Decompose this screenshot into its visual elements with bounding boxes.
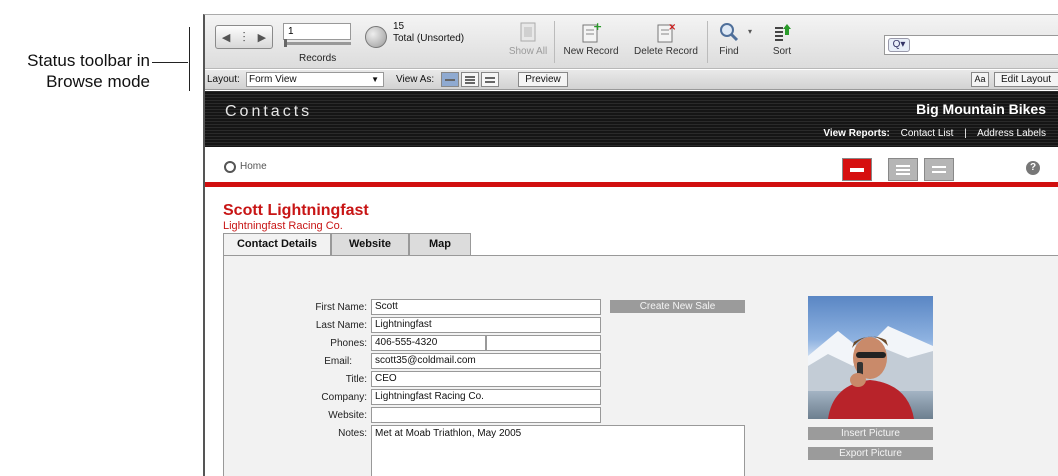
website-label: Website: xyxy=(328,410,367,421)
new-record-icon: + xyxy=(580,20,602,43)
view-as-label: View As: xyxy=(396,74,435,85)
find-button[interactable]: Find xyxy=(711,21,747,57)
toolbar-separator xyxy=(707,21,708,63)
report-contact-list-link[interactable]: Contact List xyxy=(901,128,954,139)
layout-select[interactable]: Form View ▼ xyxy=(246,72,384,87)
layout-label: Layout: xyxy=(207,74,240,85)
delete-record-label: Delete Record xyxy=(634,46,698,57)
app-title: Contacts xyxy=(225,103,313,120)
record-company: Lightningfast Racing Co. xyxy=(223,220,343,232)
callout-line-1: Status toolbar in xyxy=(27,51,150,70)
status-toolbar: ◀ ⫶ ▶ 1 Records 15 Total (Unsorted) Show… xyxy=(205,15,1058,69)
navigation-bar: Home ? xyxy=(205,147,1058,187)
callout-line-2: Browse mode xyxy=(46,72,150,91)
layout-bar: Layout: Form View ▼ View As: Preview Aa … xyxy=(205,70,1058,90)
new-record-label: New Record xyxy=(563,46,619,57)
edit-layout-button[interactable]: Edit Layout xyxy=(994,72,1058,87)
table-view-button[interactable] xyxy=(924,158,954,181)
company-name: Big Mountain Bikes xyxy=(916,101,1046,117)
phone-1-field[interactable]: 406-555-4320 xyxy=(371,335,486,351)
new-record-button[interactable]: + New Record xyxy=(557,20,625,57)
show-all-button[interactable]: Show All xyxy=(505,21,551,57)
callout-bracket xyxy=(189,27,190,91)
contact-details-panel: First Name: Scott Last Name: Lightningfa… xyxy=(223,255,1058,476)
next-record-icon[interactable]: ▶ xyxy=(258,31,266,44)
home-link[interactable]: Home xyxy=(240,161,267,172)
view-as-list-button[interactable] xyxy=(461,72,479,87)
found-set-pie-icon xyxy=(365,26,387,48)
filemaker-window: ◀ ⫶ ▶ 1 Records 15 Total (Unsorted) Show… xyxy=(203,14,1058,476)
book-icon: ⫶ xyxy=(242,28,246,45)
total-unsorted-label: Total (Unsorted) xyxy=(393,33,465,44)
last-name-label: Last Name: xyxy=(315,320,367,331)
find-dropdown-icon[interactable]: ▾ xyxy=(748,27,752,36)
search-icon[interactable]: Q▾ xyxy=(888,38,910,52)
callout-leader-line xyxy=(152,62,188,63)
record-slider-thumb[interactable] xyxy=(284,39,287,47)
first-name-label: First Name: xyxy=(315,302,367,313)
delete-record-button[interactable]: × Delete Record xyxy=(627,21,705,57)
help-icon[interactable]: ? xyxy=(1026,161,1040,175)
sort-label: Sort xyxy=(772,46,792,57)
email-label: Email: xyxy=(324,356,352,367)
view-as-form-button[interactable] xyxy=(441,72,459,87)
formatting-bar-toggle[interactable]: Aa xyxy=(971,72,989,87)
export-picture-button[interactable]: Export Picture xyxy=(808,447,933,460)
first-name-field[interactable]: Scott xyxy=(371,299,601,315)
svg-text:×: × xyxy=(668,22,676,33)
last-name-field[interactable]: Lightningfast xyxy=(371,317,601,333)
tab-map[interactable]: Map xyxy=(409,233,471,255)
show-all-icon xyxy=(517,21,539,43)
report-address-labels-link[interactable]: Address Labels xyxy=(977,128,1046,139)
contact-photo xyxy=(808,296,933,419)
app-header: Contacts Big Mountain Bikes View Reports… xyxy=(205,91,1058,147)
notes-field[interactable]: Met at Moab Triathlon, May 2005 xyxy=(371,425,745,476)
phones-label: Phones: xyxy=(330,338,367,349)
company-label: Company: xyxy=(321,392,367,403)
sort-button[interactable]: Sort xyxy=(762,21,802,57)
record-number-input[interactable]: 1 xyxy=(283,23,351,40)
total-record-count: 15 xyxy=(393,21,405,32)
quick-find-search-input[interactable]: Q▾ xyxy=(884,35,1058,55)
record-slider[interactable] xyxy=(285,42,351,45)
records-label: Records xyxy=(299,53,337,64)
view-as-table-button[interactable] xyxy=(481,72,499,87)
website-field[interactable] xyxy=(371,407,601,423)
title-label: Title: xyxy=(345,374,367,385)
company-field[interactable]: Lightningfast Racing Co. xyxy=(371,389,601,405)
report-divider: | xyxy=(964,128,967,139)
view-reports-label: View Reports: xyxy=(823,128,890,139)
title-field[interactable]: CEO xyxy=(371,371,601,387)
phone-2-field[interactable] xyxy=(486,335,601,351)
list-view-button[interactable] xyxy=(888,158,918,181)
svg-text:+: + xyxy=(593,21,602,33)
record-navigator[interactable]: ◀ ⫶ ▶ xyxy=(215,25,273,49)
find-label: Find xyxy=(719,46,739,57)
sort-icon xyxy=(771,21,793,43)
form-view-button[interactable] xyxy=(842,158,872,181)
home-icon[interactable] xyxy=(224,161,236,173)
previous-record-icon[interactable]: ◀ xyxy=(222,31,230,44)
show-all-label: Show All xyxy=(508,46,548,57)
tab-website[interactable]: Website xyxy=(331,233,409,255)
chevron-down-icon: ▼ xyxy=(371,75,379,84)
email-field[interactable]: scott35@coldmail.com xyxy=(371,353,601,369)
create-new-sale-button[interactable]: Create New Sale xyxy=(610,300,745,313)
delete-record-icon: × xyxy=(655,21,677,43)
callout-text: Status toolbar in Browse mode xyxy=(0,50,150,92)
layout-select-value: Form View xyxy=(249,74,297,85)
record-full-name: Scott Lightningfast xyxy=(223,202,369,219)
notes-label: Notes: xyxy=(338,428,367,439)
insert-picture-button[interactable]: Insert Picture xyxy=(808,427,933,440)
magnifier-icon xyxy=(718,21,740,43)
toolbar-separator xyxy=(554,21,555,63)
tab-contact-details[interactable]: Contact Details xyxy=(223,233,331,256)
view-reports-bar: View Reports: Contact List | Address Lab… xyxy=(823,128,1046,139)
preview-button[interactable]: Preview xyxy=(518,72,568,87)
